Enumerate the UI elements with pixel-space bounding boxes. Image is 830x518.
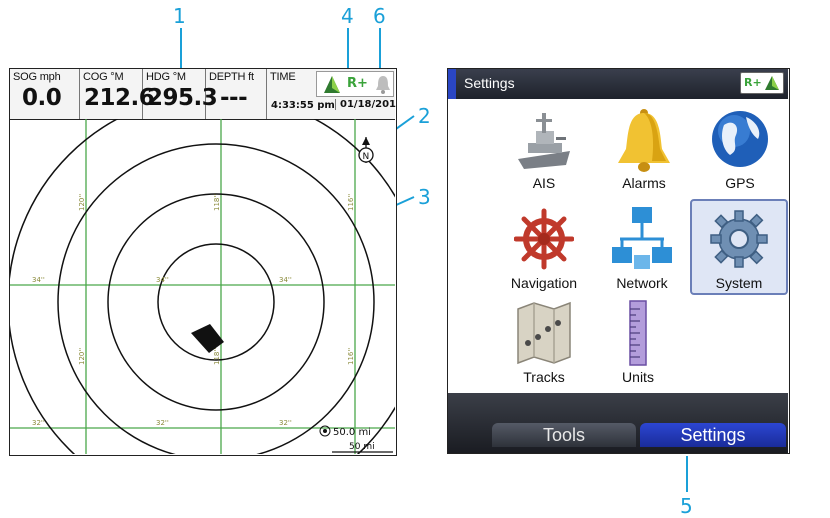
depth-field[interactable]: DEPTH ft --- xyxy=(206,69,267,119)
header-status-icons[interactable]: R+ xyxy=(740,72,784,94)
hdg-label: HDG °M xyxy=(146,71,186,83)
cog-field[interactable]: COG °M 212.6 xyxy=(80,69,155,119)
settings-item-label: Alarms xyxy=(622,175,666,191)
lon-label: 118'' xyxy=(213,348,221,365)
range-rings xyxy=(10,119,395,454)
cog-label: COG °M xyxy=(83,71,124,83)
lat-label: 32'' xyxy=(156,419,169,427)
settings-item-label: GPS xyxy=(725,175,755,191)
settings-screen: Settings R+ AIS Alarms GPS Navigation Ne… xyxy=(447,68,790,454)
globe-icon xyxy=(712,111,768,167)
lat-label: 34'' xyxy=(32,276,45,284)
depth-value: --- xyxy=(220,85,248,111)
settings-item-system[interactable]: System xyxy=(690,199,788,295)
helm-wheel-icon xyxy=(514,208,574,270)
tab-bar: Tools Settings xyxy=(448,393,788,453)
lat-label: 32'' xyxy=(32,419,45,427)
settings-grid: AIS Alarms GPS Navigation Network System… xyxy=(448,99,788,393)
autopilot-icon xyxy=(765,76,779,90)
settings-item-label: Navigation xyxy=(510,275,578,291)
settings-item-label: Network xyxy=(616,275,668,291)
sog-label: SOG mph xyxy=(13,71,61,83)
settings-item-tracks[interactable]: Tracks xyxy=(496,297,592,389)
settings-header: Settings R+ xyxy=(448,69,788,99)
north-indicator-icon: N xyxy=(358,137,374,163)
bell-icon xyxy=(618,109,670,172)
header-accent xyxy=(448,69,456,99)
ship-icon xyxy=(518,113,570,169)
settings-item-network[interactable]: Network xyxy=(594,203,690,295)
lat-label: 34'' xyxy=(156,276,169,284)
rplus-badge: R+ xyxy=(744,76,762,89)
date-value: 01/18/2013 xyxy=(335,99,396,110)
hdg-field[interactable]: HDG °M 295.3 xyxy=(143,69,218,119)
autopilot-icon xyxy=(324,76,340,93)
status-icons[interactable]: R+ xyxy=(316,71,394,97)
ruler-icon xyxy=(629,300,647,366)
rplus-badge: R+ xyxy=(347,76,368,91)
tab-settings[interactable]: Settings xyxy=(640,423,786,447)
page-title: Settings xyxy=(464,75,515,91)
chart-plotter-screen: SOG mph 0.0 COG °M 212.6 HDG °M 295.3 DE… xyxy=(9,68,397,456)
north-label: N xyxy=(363,152,370,162)
depth-label: DEPTH ft xyxy=(209,71,254,83)
time-label: TIME xyxy=(270,71,296,83)
scale-value: 50 mi xyxy=(349,442,375,452)
settings-item-navigation[interactable]: Navigation xyxy=(496,203,592,295)
grid-labels: 34'' 34'' 34'' 32'' 32'' 32'' 120'' 120'… xyxy=(32,194,355,427)
settings-item-label: Tracks xyxy=(523,369,565,385)
lat-label: 34'' xyxy=(279,276,292,284)
lon-label: 120'' xyxy=(78,194,86,211)
tab-tools[interactable]: Tools xyxy=(492,423,636,447)
lon-label: 116'' xyxy=(347,194,355,211)
settings-item-label: AIS xyxy=(532,175,556,191)
sog-value: 0.0 xyxy=(22,85,62,111)
settings-item-alarms[interactable]: Alarms xyxy=(596,103,692,195)
range-value: 50.0 mi xyxy=(333,427,371,438)
plot-canvas[interactable]: 34'' 34'' 34'' 32'' 32'' 32'' 120'' 120'… xyxy=(10,119,395,454)
time-value: 4:33:55 pm xyxy=(271,100,335,111)
settings-item-units[interactable]: Units xyxy=(590,297,686,389)
settings-item-label: Units xyxy=(622,369,654,385)
network-icon xyxy=(612,207,672,269)
range-indicator: 50.0 mi 50 mi xyxy=(319,425,393,453)
settings-item-ais[interactable]: AIS xyxy=(496,103,592,195)
gear-icon xyxy=(710,210,768,268)
settings-item-gps[interactable]: GPS xyxy=(692,103,788,195)
alarm-bell-icon xyxy=(376,76,390,94)
settings-item-label: System xyxy=(715,275,763,291)
sog-field[interactable]: SOG mph 0.0 xyxy=(10,69,80,119)
lon-label: 116'' xyxy=(347,348,355,365)
lon-label: 118'' xyxy=(213,194,221,211)
map-track-icon xyxy=(517,301,571,365)
lat-label: 32'' xyxy=(279,419,292,427)
data-bar: SOG mph 0.0 COG °M 212.6 HDG °M 295.3 DE… xyxy=(10,69,396,120)
lon-label: 120'' xyxy=(78,348,86,365)
